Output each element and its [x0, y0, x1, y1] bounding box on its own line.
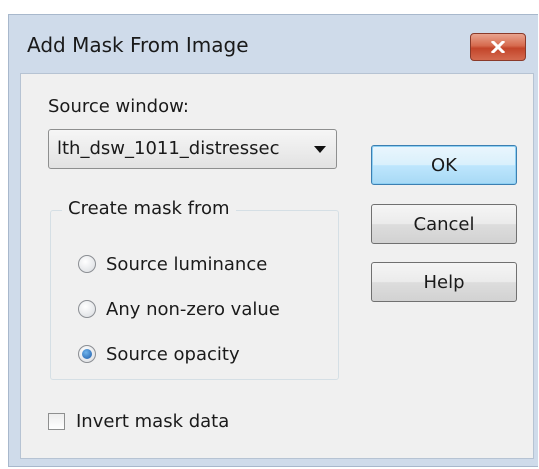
dialog-window: Add Mask From Image Source window: lth_d…: [8, 14, 538, 467]
radio-button[interactable]: [78, 255, 96, 273]
ok-button[interactable]: OK: [371, 145, 517, 185]
radio-label: Source opacity: [106, 343, 240, 365]
invert-mask-label: Invert mask data: [76, 410, 230, 432]
close-icon: [491, 41, 505, 53]
page: Add Mask From Image Source window: lth_d…: [0, 0, 539, 469]
invert-mask-option[interactable]: Invert mask data: [48, 409, 229, 433]
radio-label: Any non-zero value: [106, 298, 280, 320]
radio-source-luminance[interactable]: Source luminance: [78, 252, 267, 276]
radio-button[interactable]: [78, 300, 96, 318]
radio-any-non-zero[interactable]: Any non-zero value: [78, 297, 280, 321]
source-window-label: Source window:: [48, 96, 189, 117]
groupbox-legend: Create mask from: [62, 198, 236, 219]
window-title: Add Mask From Image: [27, 33, 249, 57]
chevron-down-icon: [314, 146, 326, 153]
radio-source-opacity[interactable]: Source opacity: [78, 342, 240, 366]
radio-button-selected[interactable]: [78, 345, 96, 363]
dialog-client-area: Source window: lth_dsw_1011_distressec O…: [20, 73, 534, 459]
source-window-value: lth_dsw_1011_distressec: [57, 138, 280, 159]
close-button[interactable]: [470, 33, 526, 61]
source-window-dropdown[interactable]: lth_dsw_1011_distressec: [48, 129, 337, 169]
radio-label: Source luminance: [106, 253, 268, 275]
help-button[interactable]: Help: [371, 262, 517, 302]
invert-mask-checkbox[interactable]: [48, 412, 65, 430]
cancel-button[interactable]: Cancel: [371, 204, 517, 244]
